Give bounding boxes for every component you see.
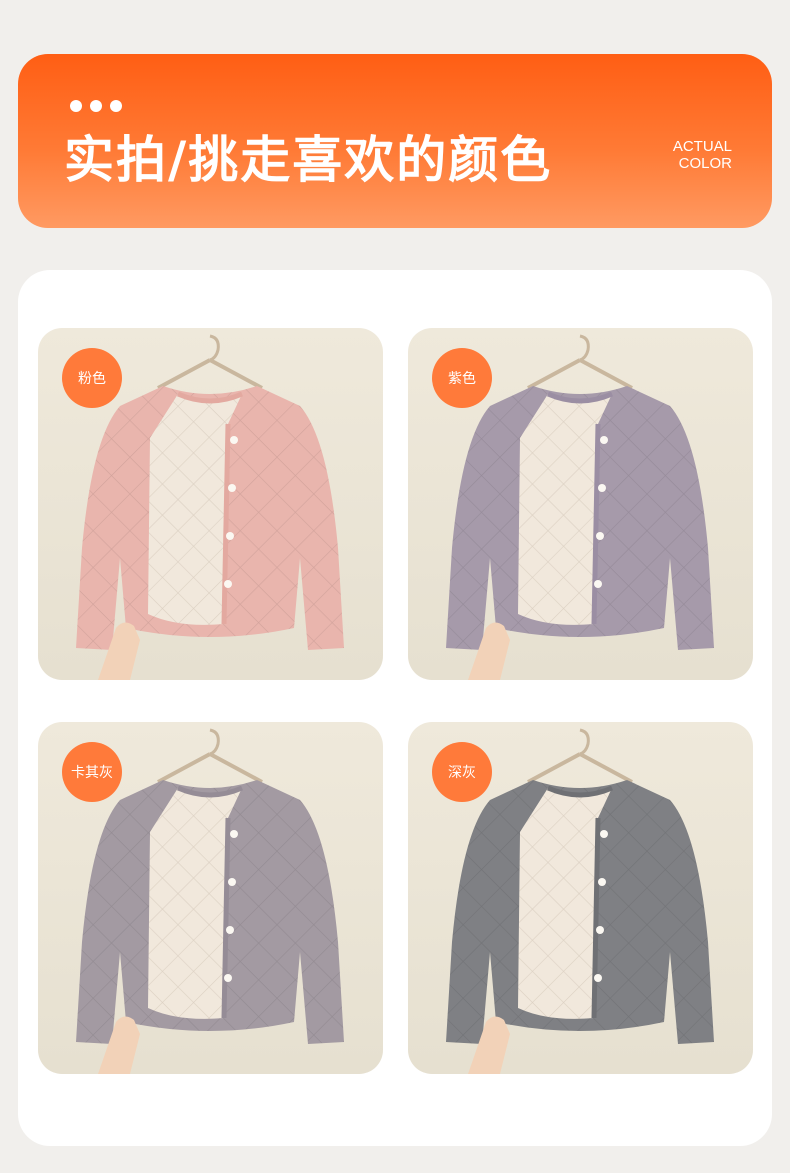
dot [70,100,82,112]
decorative-dots [70,100,122,112]
hanger-bar [157,752,263,784]
dot [110,100,122,112]
page-title: 实拍/挑走喜欢的颜色 [64,131,553,189]
product-photo-dark-grey[interactable]: 深灰 [408,722,753,1074]
hanger-bar [157,358,263,390]
color-badge: 卡其灰 [62,742,122,802]
header-banner: 实拍/挑走喜欢的颜色 ACTUAL COLOR [18,54,772,228]
english-subtitle-line-2: COLOR [678,155,732,172]
color-gallery-card: 粉色 紫色 卡其灰 深灰 [18,270,772,1146]
english-subtitle: ACTUAL COLOR [673,138,732,172]
hanger-bar [527,358,633,390]
color-badge: 深灰 [432,742,492,802]
english-subtitle-line-1: ACTUAL [672,138,732,155]
product-photo-khaki-grey[interactable]: 卡其灰 [38,722,383,1074]
color-badge: 粉色 [62,348,122,408]
product-photo-pink[interactable]: 粉色 [38,328,383,680]
dot [90,100,102,112]
hanger-hook [579,728,590,756]
product-photo-purple[interactable]: 紫色 [408,328,753,680]
hanger-hook [209,334,220,362]
hanger-hook [209,728,220,756]
hanger-bar [527,752,633,784]
hanger-hook [579,334,590,362]
color-badge: 紫色 [432,348,492,408]
